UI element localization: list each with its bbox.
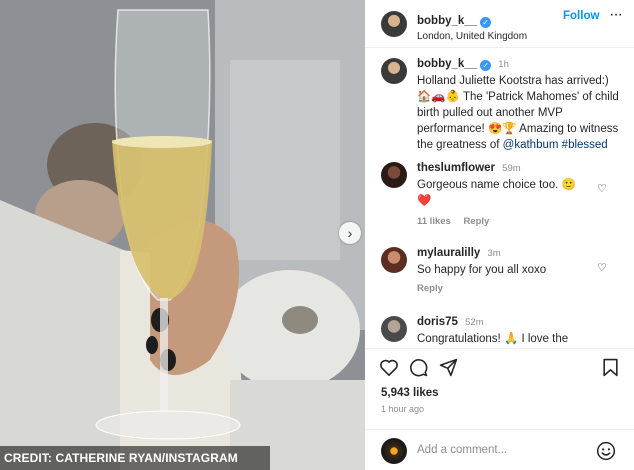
like-heart-icon[interactable] <box>379 358 399 376</box>
emoji-smiley-icon[interactable] <box>596 441 616 461</box>
author-username[interactable]: bobby_k__ <box>417 15 477 27</box>
reply-button[interactable]: Reply <box>417 283 443 294</box>
comment-item: doris75 52m Congratulations! 🙏 I love th… <box>365 314 634 346</box>
photo-scene <box>0 0 365 470</box>
comment-likes[interactable]: 11 likes <box>417 216 451 227</box>
reply-button[interactable]: Reply <box>463 216 489 227</box>
comment-item: theslumflower 59m Gorgeous name choice t… <box>365 160 634 230</box>
follow-button[interactable]: Follow <box>563 10 599 22</box>
more-options-icon[interactable]: ··· <box>609 6 623 24</box>
like-count[interactable]: 5,943 likes <box>381 387 439 399</box>
verified-icon: ✓ <box>480 60 492 71</box>
comment-text: So happy for you all xoxo <box>417 264 547 276</box>
photo-credit: CREDIT: CATHERINE RYAN/INSTAGRAM <box>0 446 270 470</box>
comment-item: mylauralilly 3m So happy for you all xox… <box>365 245 634 300</box>
like-comment-heart-icon[interactable]: ♡ <box>597 261 607 274</box>
avatar[interactable] <box>381 316 407 342</box>
photo-glass-stem <box>160 298 168 413</box>
avatar <box>381 438 407 464</box>
comment-username[interactable]: theslumflower <box>417 162 495 174</box>
post-actions: 5,943 likes 1 hour ago Add a comment... <box>365 348 634 470</box>
comment-time: 3m <box>487 248 501 259</box>
verified-icon: ✓ <box>480 17 492 28</box>
post-location[interactable]: London, United Kingdom <box>417 31 527 42</box>
comment-time: 52m <box>465 317 484 328</box>
add-comment-input[interactable]: Add a comment... <box>417 444 507 456</box>
comment-text: Congratulations! 🙏 I love the <box>417 333 569 345</box>
comment-extra: ❤️ <box>417 195 432 207</box>
like-comment-heart-icon[interactable]: ♡ <box>597 182 607 195</box>
chevron-right-icon: › <box>347 225 353 241</box>
comment-text: Gorgeous name choice too. 🙂 <box>417 179 576 191</box>
caption-username[interactable]: bobby_k__ <box>417 58 477 70</box>
post-header: bobby_k__ ✓ London, United Kingdom Follow… <box>365 0 634 48</box>
share-paper-plane-icon[interactable] <box>439 358 458 377</box>
caption-hashtag[interactable]: #blessed <box>562 139 608 151</box>
caption-time: 1h <box>498 59 509 70</box>
comment-time: 59m <box>502 163 521 174</box>
post-caption: bobby_k__ ✓ 1h Holland Juliette Kootstra … <box>365 56 634 158</box>
avatar[interactable] <box>381 11 407 37</box>
post-time-ago: 1 hour ago <box>381 404 425 414</box>
photo-nail <box>146 336 158 354</box>
photo-glass-base <box>95 410 241 440</box>
bookmark-icon[interactable] <box>602 358 619 377</box>
comment-bubble-icon[interactable] <box>409 358 428 377</box>
next-photo-button[interactable]: › <box>339 222 361 244</box>
post-photo[interactable]: › CREDIT: CATHERINE RYAN/INSTAGRAM <box>0 0 365 470</box>
comment-username[interactable]: doris75 <box>417 316 458 328</box>
photo-baby-head <box>282 306 318 334</box>
avatar[interactable] <box>381 162 407 188</box>
photo-panel <box>230 60 340 260</box>
photo-champagne-surface <box>112 136 212 148</box>
avatar[interactable] <box>381 58 407 84</box>
caption-mention[interactable]: @kathbum <box>503 139 559 151</box>
post-side-panel: bobby_k__ ✓ London, United Kingdom Follow… <box>365 0 634 470</box>
comment-username[interactable]: mylauralilly <box>417 247 480 259</box>
author-info: bobby_k__ ✓ London, United Kingdom <box>417 11 527 42</box>
avatar[interactable] <box>381 247 407 273</box>
add-comment-row: Add a comment... <box>365 429 634 470</box>
